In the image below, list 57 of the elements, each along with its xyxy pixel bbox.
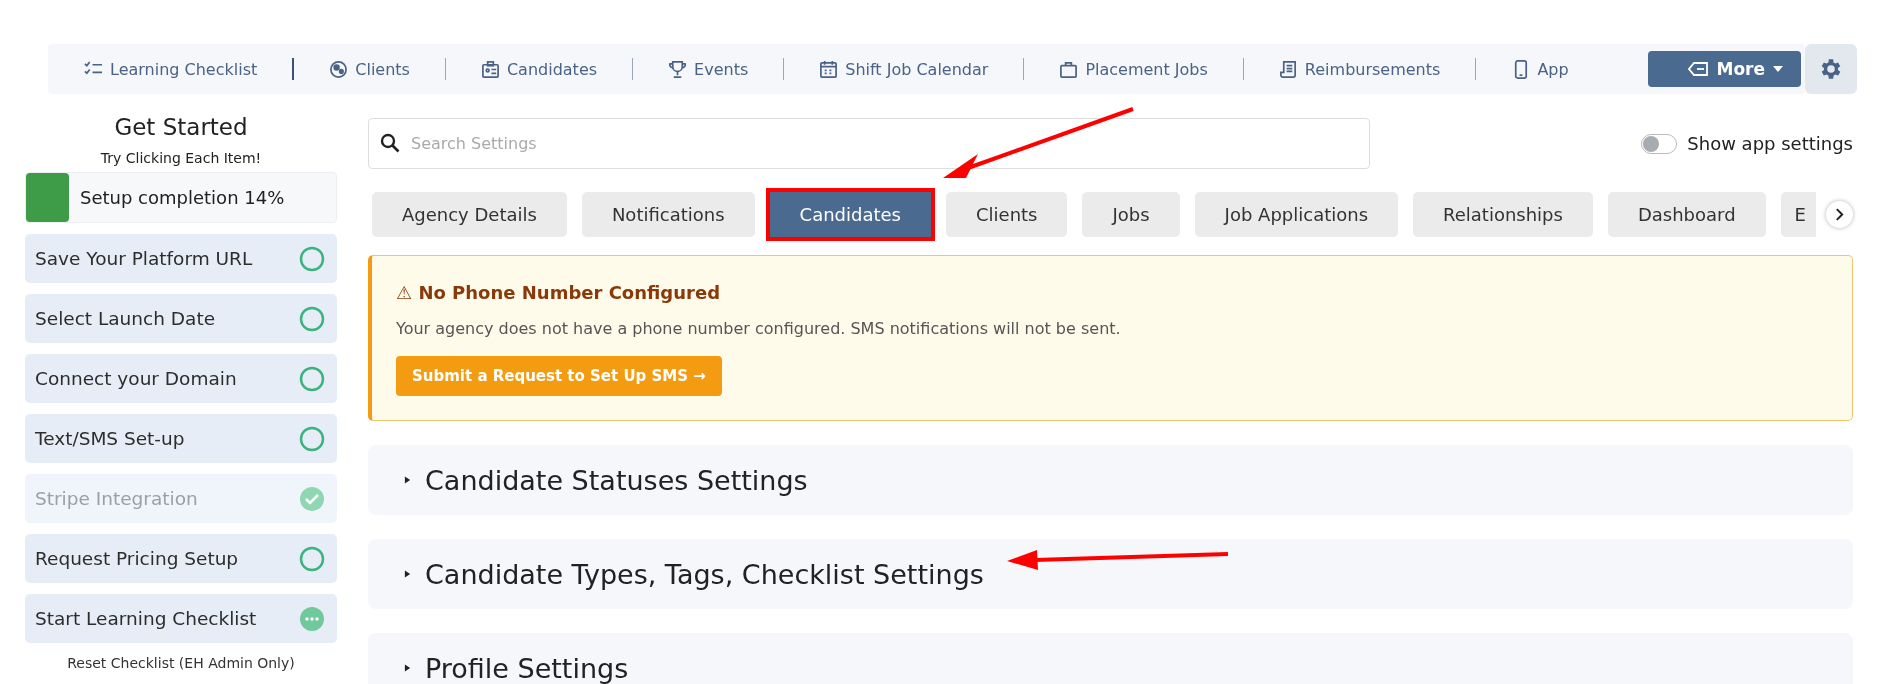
settings-tab[interactable]: Agency Details	[372, 192, 567, 237]
settings-tab[interactable]: Job Applications	[1194, 192, 1399, 237]
caret-icon	[1773, 66, 1783, 72]
checklist-item[interactable]: Save Your Platform URL	[25, 234, 337, 283]
toggle-label: Show app settings	[1687, 133, 1853, 154]
checklist-item[interactable]: Request Pricing Setup	[25, 534, 337, 583]
sidebar-title: Get Started	[114, 114, 248, 140]
tag-icon	[1688, 62, 1709, 76]
empty-circle-icon	[299, 365, 325, 392]
id-card-icon	[480, 59, 500, 79]
collapsible-section[interactable]: Candidate Types, Tags, Checklist Settings	[368, 539, 1853, 609]
caret-right-icon	[404, 663, 411, 673]
scroll-right-button[interactable]	[1826, 201, 1853, 228]
nav-link[interactable]: Learning Checklist	[84, 59, 258, 79]
settings-tab[interactable]: Jobs	[1082, 192, 1180, 237]
check-circle-icon	[299, 485, 325, 512]
trophy-icon	[668, 59, 688, 79]
more-button[interactable]: More	[1648, 51, 1801, 87]
settings-tab[interactable]: Dashboard	[1607, 192, 1766, 237]
receipt-icon	[1278, 59, 1298, 79]
checklist-item[interactable]: Select Launch Date	[25, 294, 337, 343]
caret-right-icon	[404, 569, 411, 579]
settings-button[interactable]	[1805, 44, 1857, 94]
empty-circle-icon	[299, 425, 325, 452]
nav-link[interactable]: Reimbursements	[1278, 59, 1441, 79]
calendar-icon	[819, 59, 839, 79]
nav-link[interactable]: Events	[668, 59, 749, 79]
briefcase-icon	[1059, 59, 1079, 79]
settings-tab[interactable]: Relationships	[1413, 192, 1593, 237]
alert-message: Your agency does not have a phone number configured. SMS notifications will not be sent.	[396, 319, 1122, 338]
empty-circle-icon	[299, 305, 325, 332]
nav-link[interactable]: Clients	[329, 59, 410, 79]
settings-tab[interactable]: Notifications	[581, 192, 755, 237]
empty-circle-icon	[299, 545, 325, 572]
nav-link[interactable]: Placement Jobs	[1059, 59, 1208, 79]
reset-checklist-link[interactable]: Reset Checklist (EH Admin Only)	[67, 655, 295, 671]
dots-circle-icon	[299, 605, 325, 632]
nav-link[interactable]: Shift Job Calendar	[819, 59, 989, 79]
settings-tab[interactable]: E	[1780, 192, 1816, 237]
chevron-right-icon	[1835, 208, 1844, 221]
search-field[interactable]: Search Settings	[368, 118, 1370, 169]
settings-tab[interactable]: Clients	[946, 192, 1068, 237]
checklist-item[interactable]: Text/SMS Set-up	[25, 414, 337, 463]
empty-circle-icon	[299, 245, 325, 272]
progress-label: Setup completion 14%	[80, 187, 285, 208]
face-icon	[329, 59, 349, 79]
checklist-item[interactable]: Connect your Domain	[25, 354, 337, 403]
nav-link[interactable]: Candidates	[480, 59, 598, 79]
caret-right-icon	[404, 475, 411, 485]
checklist-item[interactable]: Start Learning Checklist	[25, 594, 337, 643]
alert-title: ⚠ No Phone Number Configured	[396, 282, 722, 303]
sidebar-subtitle: Try Clicking Each Item!	[100, 150, 262, 166]
collapsible-section[interactable]: Profile Settings	[368, 633, 1853, 684]
toggle-switch[interactable]	[1641, 133, 1678, 154]
nav-link[interactable]: App	[1511, 59, 1569, 79]
collapsible-section[interactable]: Candidate Statuses Settings	[368, 445, 1853, 515]
settings-tab[interactable]: Candidates	[769, 192, 931, 237]
